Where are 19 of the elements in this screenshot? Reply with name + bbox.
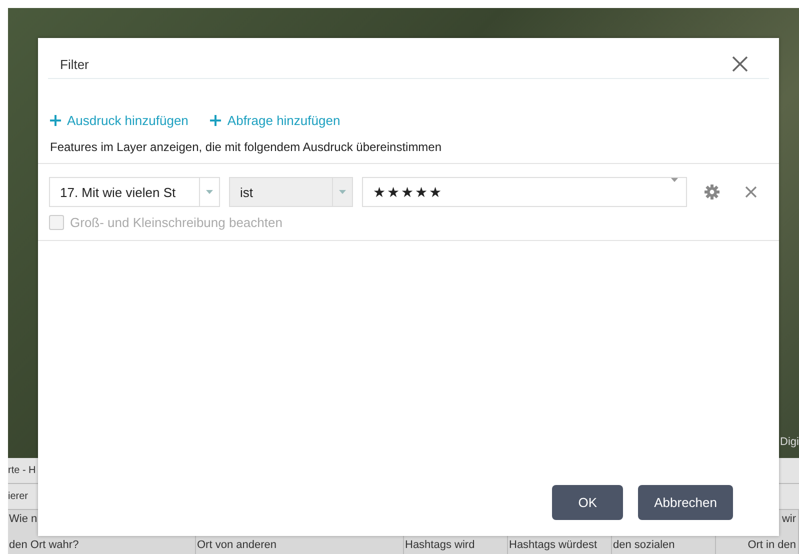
dialog-title: Filter: [60, 56, 89, 72]
settings-icon[interactable]: [704, 184, 720, 200]
filter-description: Features im Layer anzeigen, die mit folgendem Ausdruck übereinstimmen: [49, 139, 443, 156]
operator-dropdown[interactable]: ist: [229, 177, 353, 207]
remove-icon[interactable]: [745, 186, 757, 198]
plus-icon: [210, 115, 222, 126]
field-dropdown[interactable]: 17. Mit wie vielen St: [49, 177, 220, 207]
cancel-button[interactable]: Abbrechen: [638, 485, 733, 520]
caret-icon[interactable]: [339, 190, 346, 194]
caret-icon[interactable]: [206, 190, 213, 194]
caret-icon[interactable]: [671, 178, 678, 183]
plus-icon: [50, 115, 61, 126]
table-title: rte - H: [8, 465, 36, 476]
map-label: Digi: [780, 436, 799, 448]
close-icon[interactable]: [731, 55, 749, 73]
ok-button[interactable]: OK: [552, 485, 624, 520]
table-toolbar-text: ierer: [8, 491, 28, 502]
value-dropdown[interactable]: ★★★★★: [362, 177, 687, 207]
case-checkbox-label: Groß- und Kleinschreibung beachten: [70, 215, 282, 230]
